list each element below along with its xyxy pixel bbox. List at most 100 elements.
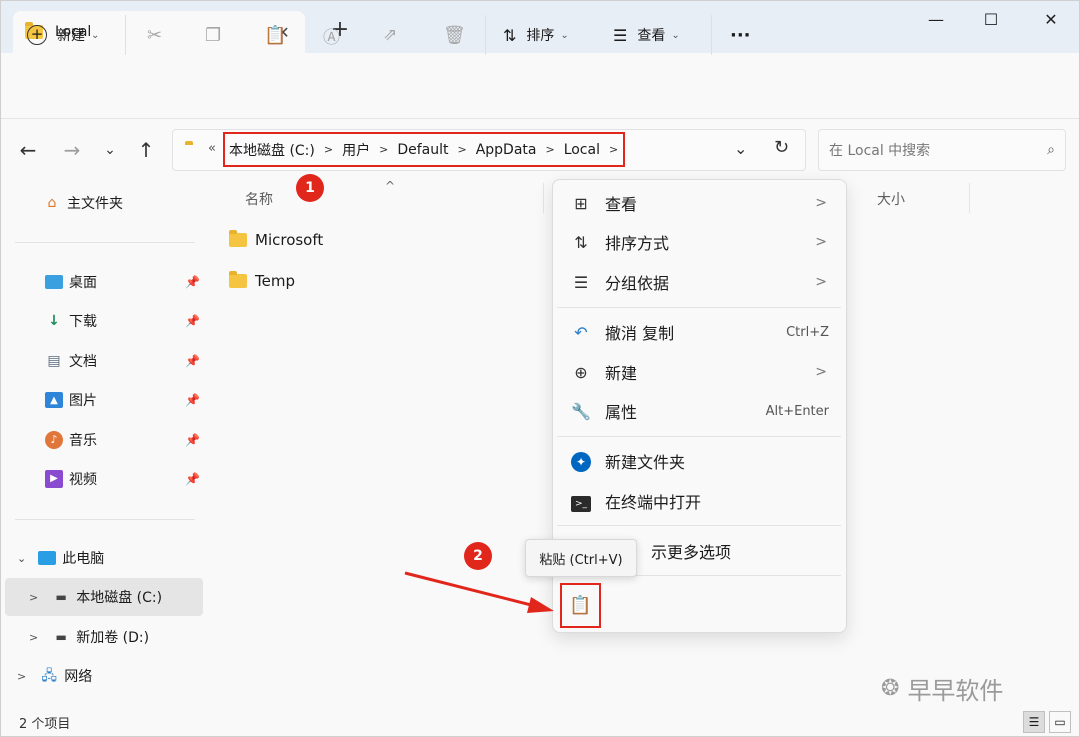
breadcrumb-item[interactable]: 本地磁盘 (C:) [229, 140, 315, 160]
menu-item-new-folder[interactable]: ✦ 新建文件夹 [557, 442, 841, 480]
file-name: Microsoft [255, 231, 324, 249]
sidebar-label: 桌面 [69, 275, 97, 291]
menu-item-properties[interactable]: 🔧 属性 Alt+Enter [557, 392, 841, 430]
sidebar-item-music[interactable]: ♪ 音乐 📌 [1, 421, 206, 459]
chevron-right-icon[interactable]: > [379, 143, 388, 156]
paste-button[interactable]: 📋 [560, 583, 601, 628]
pin-icon[interactable]: 📌 [185, 354, 200, 368]
rename-button[interactable]: Ⓐ [323, 19, 340, 51]
new-button[interactable]: + 新建 ⌄ [27, 19, 99, 51]
copy-button[interactable]: ❐ [205, 19, 221, 51]
more-options-button[interactable]: ··· [730, 19, 751, 51]
back-button[interactable]: ← [15, 137, 41, 163]
refresh-icon[interactable]: ↻ [774, 137, 789, 158]
sidebar-label: 此电脑 [62, 551, 105, 567]
view-lines-icon: ☰ [613, 25, 628, 45]
pin-icon[interactable]: 📌 [185, 275, 200, 289]
clipboard-icon: 📋 [264, 24, 287, 46]
chevron-right-icon[interactable]: > [609, 143, 618, 156]
chevron-right-icon[interactable]: > [545, 143, 554, 156]
column-header-name[interactable]: 名称 [245, 189, 273, 209]
chevron-right-icon[interactable]: > [29, 591, 38, 604]
chevron-right-icon[interactable]: > [457, 143, 466, 156]
trash-icon: 🗑 [443, 24, 466, 46]
delete-button[interactable]: 🗑 [443, 19, 466, 51]
toolbar-divider [485, 15, 486, 55]
address-dropdown-icon[interactable]: ⌄ [734, 139, 747, 158]
chevron-right-icon[interactable]: > [17, 670, 26, 683]
menu-item-open-terminal[interactable]: >_ 在终端中打开 [557, 482, 841, 520]
toolbar-divider [711, 15, 712, 55]
sidebar-label: 视频 [69, 472, 97, 488]
copy-icon: ❐ [205, 24, 222, 46]
sidebar-item-pictures[interactable]: ▲ 图片 📌 [1, 381, 206, 419]
file-explorer-window: Local ✕ + — ☐ ✕ + 新建 ⌄ ✂ ❐ 📋 Ⓐ ⇗ 🗑 ⇅ 排序 … [0, 0, 1080, 737]
sidebar-item-this-pc[interactable]: ⌄ 此电脑 [1, 539, 206, 577]
menu-item-view[interactable]: ⊞ 查看 > [557, 184, 841, 222]
sidebar-divider [15, 519, 195, 520]
search-input[interactable]: 在 Local 中搜索 ⌕ [818, 129, 1066, 171]
share-icon: ⇗ [383, 25, 398, 45]
search-icon[interactable]: ⌕ [1047, 142, 1055, 158]
maximize-button[interactable]: ☐ [971, 9, 1011, 33]
sidebar-item-videos[interactable]: ▶ 视频 📌 [1, 460, 206, 498]
menu-label: 在终端中打开 [605, 493, 702, 512]
group-list-icon: ☰ [573, 272, 589, 292]
menu-item-undo[interactable]: ↶ 撤消 复制 Ctrl+Z [557, 313, 841, 351]
breadcrumb-item[interactable]: AppData [476, 142, 537, 158]
video-icon: ▶ [45, 470, 63, 488]
recent-locations-button[interactable]: ⌄ [97, 137, 123, 163]
menu-label: 撤消 复制 [605, 324, 675, 343]
scissors-icon: ✂ [147, 24, 163, 46]
download-icon: ↓ [48, 313, 60, 329]
sidebar-item-desktop[interactable]: 桌面 📌 [1, 263, 206, 301]
menu-shortcut: Ctrl+Z [786, 324, 829, 340]
sidebar-label: 新加卷 (D:) [76, 630, 150, 646]
minimize-button[interactable]: — [916, 9, 956, 33]
sidebar-item-home[interactable]: ⌂ 主文件夹 [1, 184, 206, 222]
tiles-view-button[interactable]: ▭ [1049, 711, 1071, 733]
details-view-button[interactable]: ☰ [1023, 711, 1045, 733]
column-header-size[interactable]: 大小 [877, 189, 905, 209]
sidebar-item-drive-d[interactable]: > ▬ 新加卷 (D:) [1, 618, 206, 656]
menu-item-group[interactable]: ☰ 分组依据 > [557, 263, 841, 301]
paste-toolbar-button[interactable]: 📋 [264, 19, 286, 51]
close-window-button[interactable]: ✕ [1031, 9, 1071, 33]
share-button[interactable]: ⇗ [383, 19, 397, 51]
forward-button[interactable]: → [59, 137, 85, 163]
chevron-right-icon: > [815, 234, 827, 250]
pin-icon[interactable]: 📌 [185, 472, 200, 486]
pin-icon[interactable]: 📌 [185, 393, 200, 407]
sidebar-item-network[interactable]: > 🖧 网络 [1, 657, 206, 695]
breadcrumb-overflow[interactable]: « [208, 141, 216, 156]
list-item[interactable]: Microsoft [229, 225, 323, 255]
sidebar-item-drive-c[interactable]: > ▬ 本地磁盘 (C:) [5, 578, 203, 616]
list-item[interactable]: Temp [229, 266, 295, 296]
toolbar-divider [125, 15, 126, 55]
breadcrumb-item[interactable]: 用户 [342, 140, 370, 160]
breadcrumb-item[interactable]: Local [564, 142, 600, 158]
status-item-count: 2 个项目 [19, 717, 71, 732]
sort-button[interactable]: ⇅ 排序 ⌄ [503, 19, 569, 51]
chevron-right-icon[interactable]: > [324, 143, 333, 156]
sort-label: 排序 [526, 28, 555, 44]
undo-icon: ↶ [574, 322, 588, 342]
column-divider [969, 183, 970, 213]
breadcrumb-item[interactable]: Default [397, 142, 448, 158]
chevron-down-icon[interactable]: ⌄ [17, 552, 26, 565]
menu-label: 新建文件夹 [605, 453, 686, 472]
chevron-right-icon: > [815, 195, 827, 211]
view-button[interactable]: ☰ 查看 ⌄ [613, 19, 680, 51]
menu-label: 排序方式 [605, 234, 670, 253]
sidebar-item-documents[interactable]: ▤ 文档 📌 [1, 342, 206, 380]
up-button[interactable]: ↑ [133, 137, 159, 163]
terminal-icon: >_ [569, 491, 593, 512]
menu-item-new[interactable]: ⊕ 新建 > [557, 353, 841, 391]
pin-icon[interactable]: 📌 [185, 433, 200, 447]
menu-item-sort[interactable]: ⇅ 排序方式 > [557, 223, 841, 261]
sidebar-label: 本地磁盘 (C:) [76, 590, 163, 606]
chevron-right-icon[interactable]: > [29, 631, 38, 644]
pin-icon[interactable]: 📌 [185, 314, 200, 328]
sidebar-item-downloads[interactable]: ↓ 下载 📌 [1, 302, 206, 340]
cut-button[interactable]: ✂ [147, 19, 162, 51]
